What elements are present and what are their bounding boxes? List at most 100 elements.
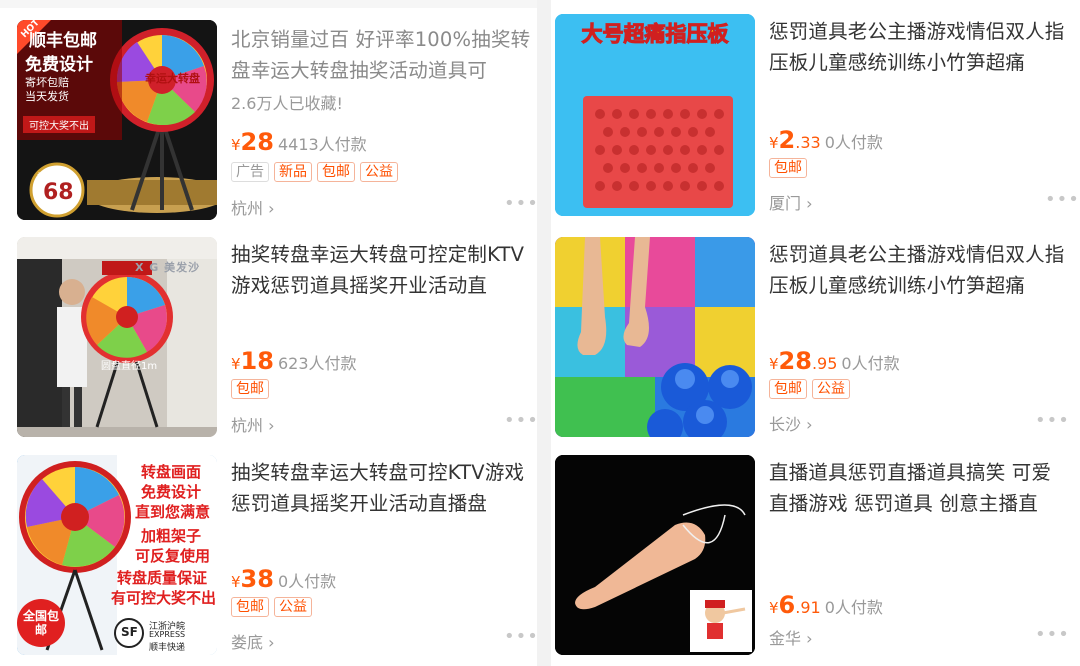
sales-count: 0人付款: [277, 572, 337, 591]
location-link[interactable]: 杭州 ›: [231, 412, 275, 436]
location-link[interactable]: 厦门 ›: [769, 190, 813, 214]
chevron-right-icon: ›: [806, 629, 813, 648]
product-image[interactable]: X G 美发沙 圆盘直径1m: [17, 237, 217, 437]
tag-free-shipping: 包邮: [769, 158, 807, 178]
image-price: 68: [43, 180, 74, 205]
sales-count: 0人付款: [824, 133, 883, 152]
product-title[interactable]: 抽奖转盘幸运大转盘可控定制KTV游戏惩罚道具摇奖开业活动直: [231, 239, 531, 301]
price-row: ¥38 0人付款: [231, 565, 336, 593]
more-icon[interactable]: •••: [1035, 410, 1070, 431]
product-card[interactable]: 直播道具惩罚直播道具搞笑 可爱直播游戏 惩罚道具 创意主播直 ¥6.91 0人付款…: [555, 455, 1070, 660]
product-card[interactable]: 惩罚道具老公主播游戏情侣双人指压板儿童感统训练小竹笋超痛 ¥28.95 0人付款 …: [555, 237, 1070, 442]
product-card[interactable]: 转盘画面 免费设计 直到您满意 加粗架子 可反复使用 转盘质量保证 有可控大奖不…: [17, 455, 538, 660]
product-image[interactable]: [555, 455, 755, 655]
price-row: ¥6.91 0人付款: [769, 591, 883, 619]
currency-symbol: ¥: [769, 355, 779, 373]
location-link[interactable]: 金华 ›: [769, 625, 813, 649]
image-text: 免费设计: [25, 55, 93, 75]
tag-free-shipping: 包邮: [231, 597, 269, 617]
tag-list: 包邮 公益: [231, 597, 312, 617]
product-title[interactable]: 抽奖转盘幸运大转盘可控KTV游戏惩罚道具摇奖开业活动直播盘: [231, 457, 531, 519]
currency-symbol: ¥: [769, 599, 779, 617]
top-gap: [0, 0, 537, 8]
sf-label: 顺丰快递: [149, 643, 186, 653]
product-image[interactable]: HOT 顺丰包邮 免费设计 寄坏包赔 当天发货 可控大奖不出 幸运大转盘 抢购价…: [17, 20, 217, 220]
price-row: ¥28 4413人付款: [231, 128, 367, 156]
chevron-right-icon: ›: [268, 633, 275, 652]
product-title[interactable]: 惩罚道具老公主播游戏情侣双人指压板儿童感统训练小竹笋超痛: [769, 16, 1069, 78]
image-text: 有可控大奖不出: [111, 589, 217, 607]
chevron-right-icon: ›: [806, 415, 813, 434]
currency-symbol: ¥: [231, 355, 241, 373]
product-title[interactable]: 直播道具惩罚直播道具搞笑 可爱直播游戏 惩罚道具 创意主播直: [769, 457, 1069, 519]
tag-free-shipping: 包邮: [231, 379, 269, 399]
product-card[interactable]: 大号超痛指压板 惩罚道具老公主播游戏情侣双人指压板儿童感统训练小竹笋超痛 ¥2.…: [555, 14, 1079, 219]
tag-list: 广告 新品 包邮 公益: [231, 162, 398, 182]
price-integer: 38: [240, 565, 274, 593]
sales-count: 0人付款: [841, 354, 900, 373]
product-image[interactable]: [555, 237, 755, 437]
currency-symbol: ¥: [231, 573, 241, 591]
image-caption: 圆盘直径1m: [101, 361, 158, 372]
feet-on-mat-photo: [555, 237, 755, 437]
product-title[interactable]: 惩罚道具老公主播游戏情侣双人指压板儿童感统训练小竹笋超痛: [769, 239, 1069, 301]
tag-free-shipping: 包邮: [317, 162, 355, 182]
price-row: ¥2.33 0人付款: [769, 126, 883, 154]
more-icon[interactable]: •••: [504, 626, 539, 647]
long-nose-prop-photo: [555, 455, 755, 655]
price-integer: 2: [778, 126, 796, 154]
column-divider: [537, 0, 551, 666]
tag-free-shipping: 包邮: [769, 379, 807, 399]
tag-list: 包邮: [231, 379, 269, 399]
more-icon[interactable]: •••: [1045, 189, 1080, 210]
wheel-text: 幸运大转盘: [145, 72, 200, 85]
price-integer: 6: [778, 591, 796, 619]
sf-logo: SF: [121, 625, 138, 639]
location-link[interactable]: 杭州 ›: [231, 195, 275, 219]
image-text: 转盘画面: [141, 463, 202, 481]
product-title[interactable]: 北京销量过百 好评率100%抽奖转盘幸运大转盘抽奖活动道具可: [231, 24, 531, 86]
image-text: 免费设计: [141, 483, 202, 501]
more-icon[interactable]: •••: [1035, 624, 1070, 645]
sales-count: 0人付款: [824, 598, 883, 617]
image-text: 当天发货: [25, 90, 69, 103]
more-icon[interactable]: •••: [504, 410, 539, 431]
price-decimal: .33: [795, 133, 821, 152]
location-link[interactable]: 娄底 ›: [231, 629, 275, 653]
product-card[interactable]: X G 美发沙 圆盘直径1m 抽奖转盘幸运大转盘可控定制KTV游戏惩罚道具摇奖开…: [17, 237, 538, 442]
price-decimal: .91: [795, 598, 821, 617]
price-integer: 18: [240, 347, 274, 375]
price-row: ¥18 623人付款: [231, 347, 357, 375]
image-banner: 大号超痛指压板: [581, 22, 729, 47]
location-text: 杭州: [231, 416, 264, 435]
location-text: 杭州: [231, 199, 264, 218]
price-row: ¥28.95 0人付款: [769, 347, 900, 375]
store-sign: X G 美发沙: [135, 261, 201, 274]
tag-new: 新品: [274, 162, 312, 182]
location-link[interactable]: 长沙 ›: [769, 411, 813, 435]
tag-charity: 公益: [812, 379, 850, 399]
free-shipping-badge: 全国包邮: [23, 609, 60, 637]
price-integer: 28: [240, 128, 274, 156]
tag-ad: 广告: [231, 162, 269, 182]
price-integer: 28: [778, 347, 812, 375]
product-image[interactable]: 大号超痛指压板: [555, 14, 755, 216]
location-text: 金华: [769, 629, 802, 648]
sales-count: 623人付款: [277, 354, 357, 373]
location-text: 长沙: [769, 415, 802, 434]
sales-count: 4413人付款: [277, 135, 367, 154]
price-decimal: .95: [811, 354, 838, 373]
location-text: 厦门: [769, 194, 802, 213]
tag-charity: 公益: [274, 597, 312, 617]
tag-charity: 公益: [360, 162, 398, 182]
chevron-right-icon: ›: [806, 194, 813, 213]
currency-symbol: ¥: [769, 134, 779, 152]
tag-list: 包邮: [769, 158, 807, 178]
image-text: 可反复使用: [135, 547, 211, 565]
product-image[interactable]: 转盘画面 免费设计 直到您满意 加粗架子 可反复使用 转盘质量保证 有可控大奖不…: [17, 455, 217, 655]
more-icon[interactable]: •••: [504, 193, 539, 214]
product-card[interactable]: HOT 顺丰包邮 免费设计 寄坏包赔 当天发货 可控大奖不出 幸运大转盘 抢购价…: [17, 20, 538, 225]
image-ribbon: 可控大奖不出: [23, 116, 95, 133]
image-text: 顺丰包邮: [29, 31, 97, 51]
tag-list: 包邮 公益: [769, 379, 850, 399]
